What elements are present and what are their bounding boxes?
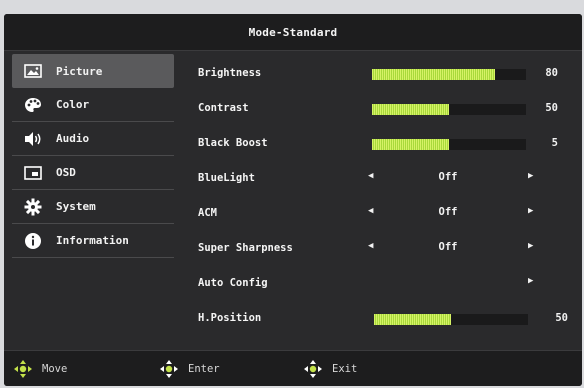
mode-title: Mode-Standard: [248, 25, 338, 39]
arrow-left-icon[interactable]: ◀: [368, 171, 373, 181]
move-label: Move: [42, 363, 68, 375]
sidebar-item-color[interactable]: Color: [12, 88, 174, 122]
sidebar-item-label: OSD: [56, 166, 76, 179]
footer-bar: Move Enter Exit: [4, 350, 582, 386]
sidebar: Picture Color Audio OSD System Informati…: [4, 50, 178, 350]
acm-value: Off: [438, 206, 458, 218]
setting-row-acm[interactable]: ACM ◀ Off ▶: [178, 199, 582, 229]
brightness-label: Brightness: [198, 67, 262, 79]
palette-icon: [22, 96, 44, 114]
speaker-icon: [22, 130, 44, 148]
sidebar-item-information[interactable]: Information: [12, 224, 174, 258]
dpad-enter-icon: [158, 360, 180, 378]
contrast-slider-fill: [372, 104, 449, 115]
gear-icon: [22, 198, 44, 216]
header-bar: Mode-Standard: [4, 14, 582, 51]
brightness-value: 80: [545, 67, 558, 79]
sidebar-item-system[interactable]: System: [12, 190, 174, 224]
arrow-left-icon[interactable]: ◀: [368, 241, 373, 251]
super-sharpness-value: Off: [438, 241, 458, 253]
contrast-label: Contrast: [198, 102, 249, 114]
info-icon: [22, 232, 44, 250]
setting-row-black-boost[interactable]: Black Boost 5: [178, 129, 582, 159]
exit-label: Exit: [332, 363, 358, 375]
enter-label: Enter: [188, 363, 220, 375]
sidebar-item-label: System: [56, 200, 96, 213]
h-position-value: 50: [555, 312, 568, 324]
arrow-right-icon[interactable]: ▶: [528, 206, 533, 216]
picture-icon: [22, 62, 44, 80]
brightness-slider-fill: [372, 69, 496, 80]
arrow-right-icon[interactable]: ▶: [528, 276, 533, 286]
blue-light-value: Off: [438, 171, 458, 183]
acm-label: ACM: [198, 207, 217, 219]
dpad-exit-icon: [302, 360, 324, 378]
sidebar-item-label: Picture: [56, 64, 103, 78]
setting-row-blue-light[interactable]: BlueLight ◀ Off ▶: [178, 164, 582, 194]
black-boost-label: Black Boost: [198, 137, 268, 149]
black-boost-slider[interactable]: [372, 139, 526, 150]
sidebar-item-osd[interactable]: OSD: [12, 156, 174, 190]
sidebar-item-label: Information: [56, 234, 129, 247]
h-position-slider-fill: [374, 314, 451, 325]
setting-row-h-position[interactable]: H.Position 50: [178, 304, 582, 334]
setting-row-super-sharpness[interactable]: Super Sharpness ◀ Off ▶: [178, 234, 582, 264]
black-boost-slider-fill: [372, 139, 449, 150]
setting-row-brightness[interactable]: Brightness 80: [178, 59, 582, 89]
osd-icon: [22, 164, 44, 182]
setting-row-auto-config[interactable]: Auto Config ▶: [178, 269, 582, 299]
move-hint: Move: [12, 360, 67, 378]
arrow-right-icon[interactable]: ▶: [528, 171, 533, 181]
settings-panel: Brightness 80 Contrast 50 Black Boost 5 …: [178, 50, 582, 359]
enter-hint: Enter: [158, 360, 220, 378]
contrast-slider[interactable]: [372, 104, 526, 115]
dpad-move-icon: [12, 360, 34, 378]
setting-row-contrast[interactable]: Contrast 50: [178, 94, 582, 124]
black-boost-value: 5: [551, 137, 558, 149]
h-position-slider[interactable]: [374, 314, 528, 325]
h-position-label: H.Position: [198, 312, 262, 324]
contrast-value: 50: [545, 102, 558, 114]
arrow-right-icon[interactable]: ▶: [528, 241, 533, 251]
arrow-left-icon[interactable]: ◀: [368, 206, 373, 216]
sidebar-item-label: Color: [56, 98, 90, 111]
auto-config-label: Auto Config: [198, 277, 268, 289]
blue-light-label: BlueLight: [198, 172, 255, 184]
sidebar-item-audio[interactable]: Audio: [12, 122, 174, 156]
sidebar-item-picture[interactable]: Picture: [12, 54, 174, 88]
exit-hint: Exit: [302, 360, 357, 378]
super-sharpness-label: Super Sharpness: [198, 242, 293, 254]
brightness-slider[interactable]: [372, 69, 526, 80]
sidebar-item-label: Audio: [56, 132, 90, 145]
osd-menu: Mode-Standard Picture Color Audio OSD Sy…: [4, 14, 582, 386]
